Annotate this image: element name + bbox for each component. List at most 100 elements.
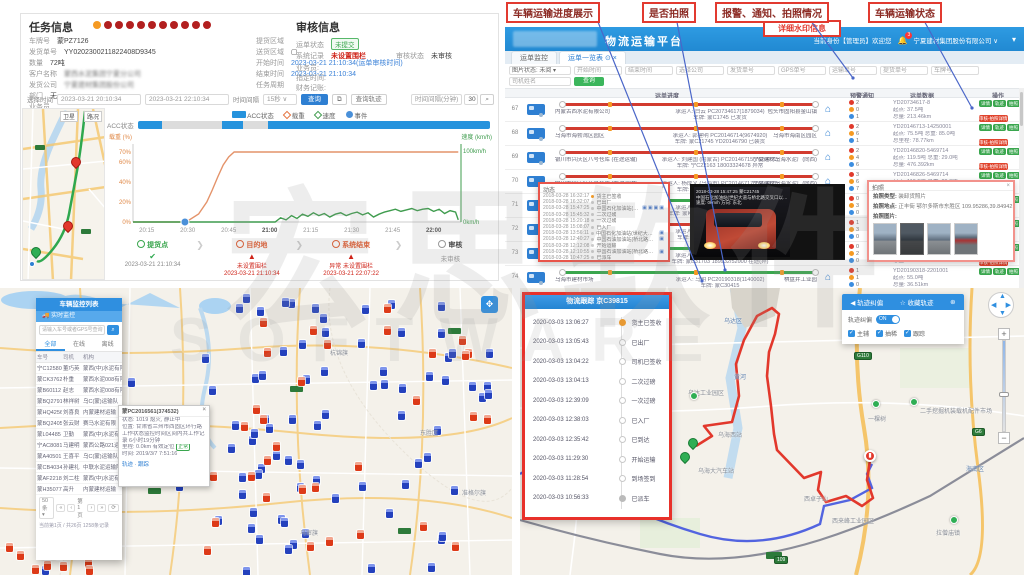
map-layers-control[interactable]: ✥: [481, 296, 498, 313]
vehicle-list-tab[interactable]: 离线: [93, 338, 122, 351]
track-button[interactable]: 轨迹: [993, 148, 1006, 155]
poi-marker[interactable]: [690, 392, 698, 400]
traffic-button[interactable]: 路况: [84, 111, 102, 122]
platform-tab[interactable]: 运单一览表 ⊙ ×: [559, 51, 626, 64]
refresh-icon[interactable]: ⟳: [108, 504, 119, 512]
truck-photo[interactable]: 2018-03-28 15:47:25 蒙C21745 中国石化加油站(世纪大道…: [694, 187, 790, 257]
track-option-checkbox[interactable]: ✓跟踪: [904, 329, 925, 338]
compass-control[interactable]: ▲▼▶◀: [988, 292, 1014, 318]
close-icon[interactable]: ×: [661, 185, 665, 191]
track-option-checkbox[interactable]: ✓抽稀: [876, 329, 897, 338]
vehicle-row[interactable]: 蒙BQ2405张云财赛马水泥有限: [36, 418, 122, 429]
vehicle-row[interactable]: 蒙BQ2791林祥树乌C(蒙)运输队: [36, 396, 122, 407]
filter-input[interactable]: 运输单号: [829, 66, 877, 75]
photo-thumb-icons[interactable]: ▣▣▣▣: [642, 205, 665, 211]
detail-button[interactable]: 详情: [979, 148, 992, 155]
track-correct-button[interactable]: ◀ 轨迹纠偏: [850, 297, 883, 307]
search-icon[interactable]: ⌕: [107, 325, 119, 335]
filter-input[interactable]: 车牌号: [931, 66, 979, 75]
track-correct-toggle[interactable]: ON: [876, 315, 900, 324]
collapse-caret-icon[interactable]: ▾: [1012, 35, 1016, 44]
interval-search-icon[interactable]: ⌕: [480, 94, 494, 105]
photo-button[interactable]: 拍照: [1007, 172, 1019, 179]
vehicle-row[interactable]: 蒙HQ4256刘喜良内蒙建材运输: [36, 407, 122, 418]
table-row[interactable]: 69 银川市兴庆区八号仓库 (在途运输) 承运人: 刘建国 (内蒙古) PC20…: [505, 146, 1019, 170]
first-page-button[interactable]: «: [56, 504, 65, 512]
satellite-button[interactable]: 卫星: [60, 111, 78, 122]
vehicle-row[interactable]: 蒙H35077高升内蒙建材运输: [36, 484, 122, 495]
start-time-input[interactable]: 2023-03-21 20:10:34: [57, 94, 141, 105]
photo-thumbnail[interactable]: [927, 223, 951, 255]
platform-tab[interactable]: 运单监控: [511, 51, 557, 64]
close-icon[interactable]: ×: [202, 407, 206, 413]
interval-minutes-input[interactable]: 30: [464, 94, 478, 105]
filter-input[interactable]: 开始时间: [574, 66, 622, 75]
search-button[interactable]: 查询: [574, 77, 604, 86]
photo-thumb-icons[interactable]: ▣: [659, 230, 665, 236]
page-size-select[interactable]: 50条 ▾: [39, 497, 54, 519]
table-row[interactable]: 74 乌海市建材市场 承运人: 马明 PC20190318(1140002)车牌…: [505, 266, 1019, 288]
filter-input[interactable]: 提货单号: [880, 66, 928, 75]
photo-button[interactable]: 拍照: [1007, 148, 1019, 155]
track-button[interactable]: 轨迹: [993, 172, 1006, 179]
home-icon[interactable]: ⌂: [825, 128, 831, 139]
vehicle-row[interactable]: 蒙AF2218刘二柱蒙西(中)水泥有: [36, 473, 122, 484]
end-time-input[interactable]: 2023-03-21 22:10:34: [145, 94, 229, 105]
photo-button[interactable]: 拍照: [1007, 124, 1019, 131]
track-button[interactable]: 轨迹: [993, 100, 1006, 107]
vehicle-list-tab[interactable]: 全部: [36, 338, 65, 351]
image-status-select[interactable]: 图片状态: 未阅 ▾: [509, 66, 571, 75]
vehicle-list-tab[interactable]: 在线: [65, 338, 94, 351]
filter-input[interactable]: GPS单号: [778, 66, 826, 75]
audit-button[interactable]: 审核-拍照详情: [979, 115, 1008, 122]
next-page-button[interactable]: ›: [87, 504, 95, 512]
detail-button[interactable]: 详情: [979, 124, 992, 131]
close-icon[interactable]: ×: [1006, 183, 1010, 189]
track-map-quadrant[interactable]: 乌达区黄河乌达工业园区梁家壕旅游产业园乌海西站乌海大汽车站一棵树海南区西卓子山西…: [520, 288, 1024, 575]
filter-input[interactable]: 结束时间: [625, 66, 673, 75]
home-icon[interactable]: ⌂: [825, 272, 831, 283]
photo-button[interactable]: 拍照: [1007, 268, 1019, 275]
vehicle-row[interactable]: 宁AC8081马建明蒙西公路021运输: [36, 440, 122, 451]
track-option-checkbox[interactable]: ✓主辅: [848, 329, 869, 338]
export-icon-button[interactable]: ⧉: [332, 94, 347, 105]
poi-marker[interactable]: [872, 400, 880, 408]
home-icon[interactable]: ⌂: [825, 152, 831, 163]
photo-thumbnail[interactable]: [954, 223, 978, 255]
query-button[interactable]: 查询: [301, 94, 328, 105]
vehicle-row[interactable]: 宁C12580董巧英蒙西(中)水泥有限: [36, 363, 122, 374]
zoom-control[interactable]: + −: [998, 328, 1010, 444]
monitor-map-quadrant[interactable]: 鄂托克旗杭锦旗东胜区乌审旗准格尔旗 车辆监控列表 🚚 实时监控 请输入车号或者G…: [0, 288, 512, 575]
audit-button[interactable]: 审核-拍照详情: [979, 139, 1008, 146]
detail-button[interactable]: 详情: [979, 268, 992, 275]
audit-button[interactable]: 审核-拍照详情: [979, 163, 1008, 170]
detail-button[interactable]: 详情: [979, 100, 992, 107]
table-row[interactable]: 67 内蒙古西水泥有限公司 承运人: 白云 PC20734617(1879034…: [505, 98, 1019, 122]
query-track-button[interactable]: 查询轨迹: [351, 94, 387, 105]
tooltip-links[interactable]: 轨迹 · 跟踪: [119, 459, 209, 469]
poi-marker[interactable]: [950, 516, 958, 524]
zoom-in-button[interactable]: +: [998, 328, 1010, 340]
photo-thumb-icons[interactable]: ▣: [659, 249, 665, 255]
table-row[interactable]: 68 乌海市海勃湾区园区 承运人: 郭建明 PC20146714(9674920…: [505, 122, 1019, 146]
vehicle-row[interactable]: 蒙CB4034孙建礼中联水泥运输队: [36, 462, 122, 473]
bell-icon[interactable]: 🔔3: [897, 36, 907, 45]
photo-thumb-icons[interactable]: ▣: [659, 236, 665, 242]
detail-button[interactable]: 详情: [979, 172, 992, 179]
vehicle-row[interactable]: 蒙L04485卫勤蒙西(中)水泥有: [36, 429, 122, 440]
vehicle-row[interactable]: 蒙CK3762朴重蒙西水泥008有限: [36, 374, 122, 385]
photo-button[interactable]: 拍照: [1007, 100, 1019, 107]
photo-thumbnail[interactable]: [900, 223, 924, 255]
company-select[interactable]: 宁夏建材集团股份有限公司 ∨: [913, 35, 998, 45]
vehicle-row[interactable]: 蒙A40501王喜平乌C(蒙)运输队: [36, 451, 122, 462]
track-button[interactable]: 轨迹: [993, 124, 1006, 131]
interval-select[interactable]: 15秒 ∨: [263, 94, 297, 105]
vehicle-row[interactable]: 蒙B60112赵志蒙西水泥008有限: [36, 385, 122, 396]
vehicle-position-marker[interactable]: ▮: [864, 450, 876, 462]
vehicle-search-input[interactable]: 请输入车号或者GPS号查询: [39, 325, 105, 335]
zoom-out-button[interactable]: −: [998, 432, 1010, 444]
photo-thumbnail[interactable]: [873, 223, 897, 255]
task-mini-map[interactable]: 卫星 路况: [22, 108, 105, 280]
driver-input[interactable]: 司机姓名: [509, 77, 571, 86]
filter-input[interactable]: 选择公司: [676, 66, 724, 75]
